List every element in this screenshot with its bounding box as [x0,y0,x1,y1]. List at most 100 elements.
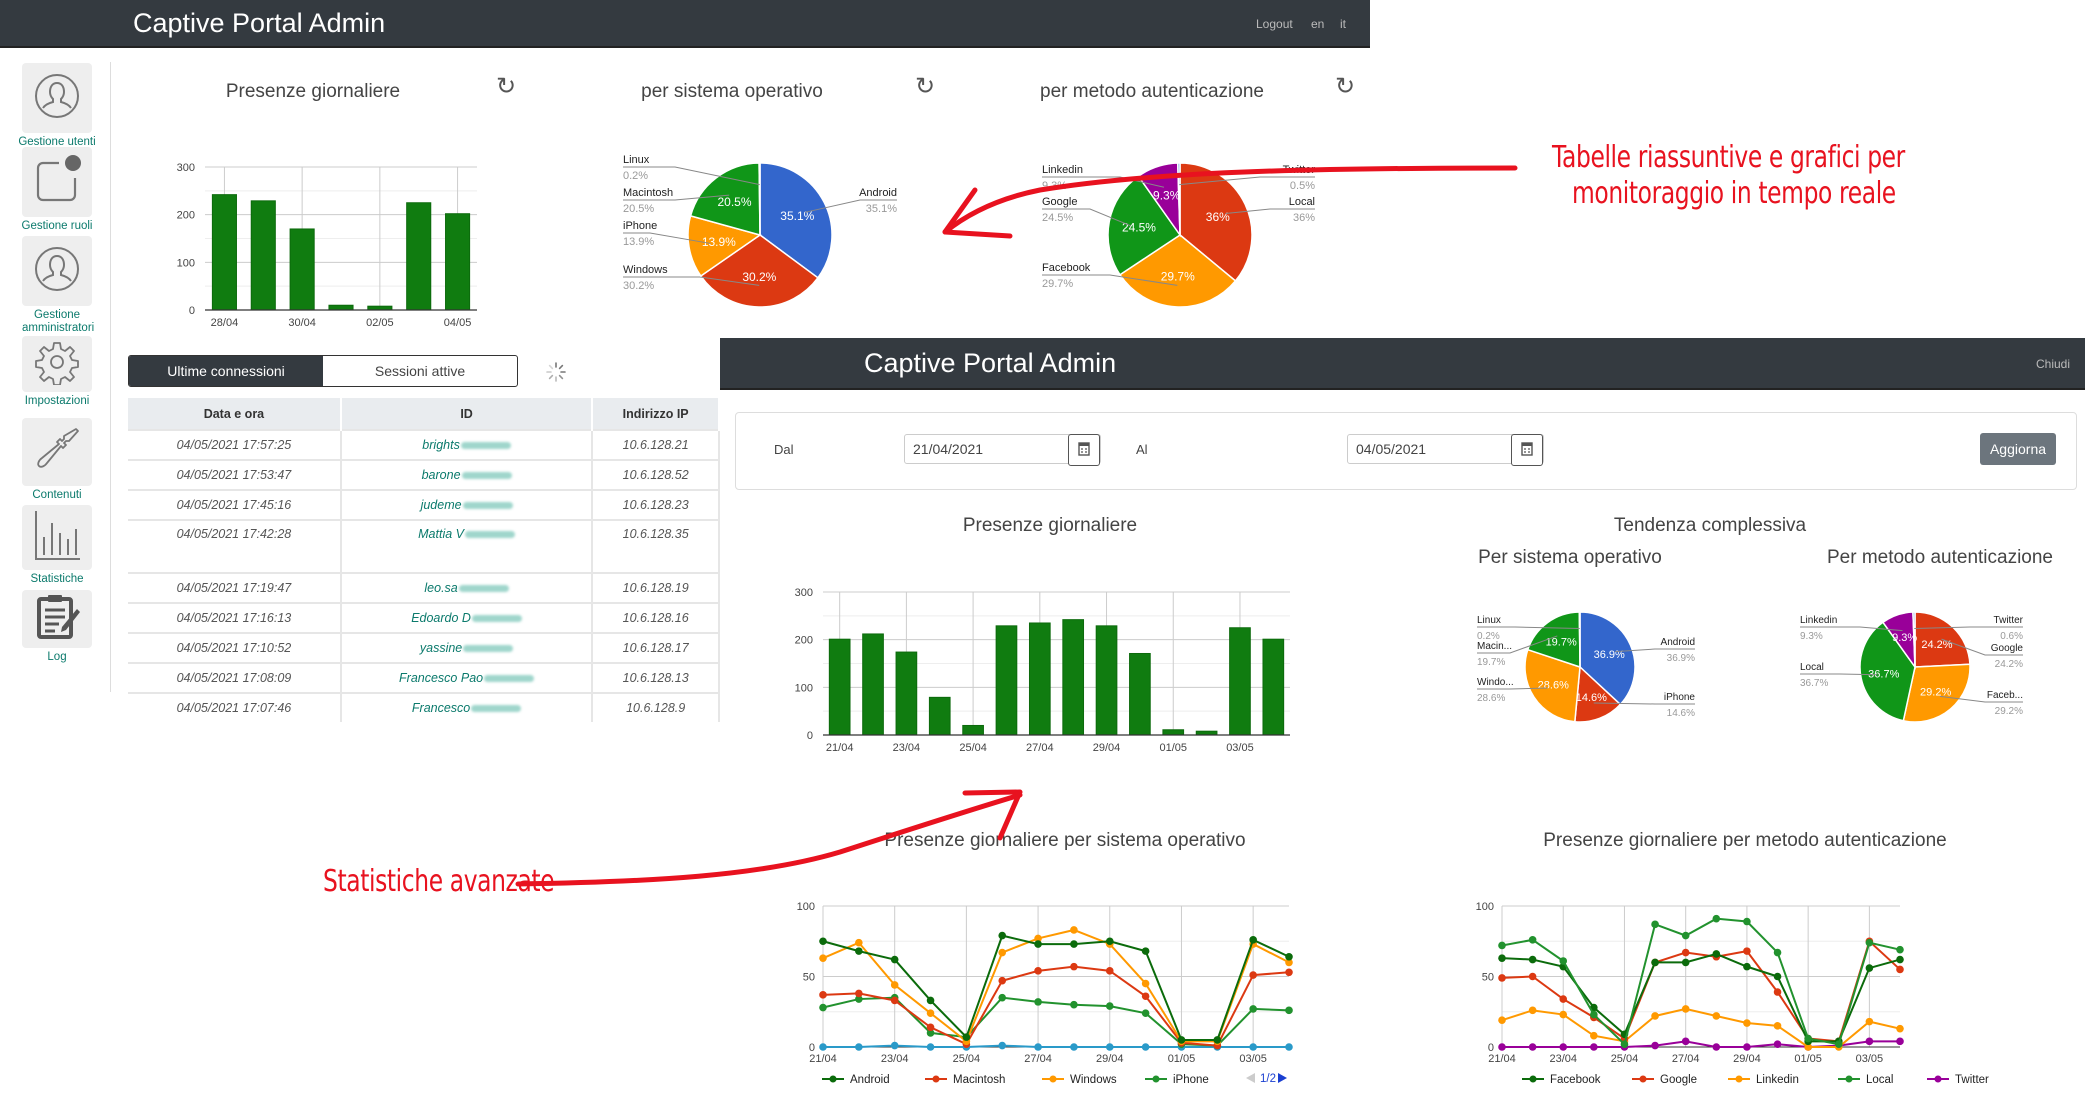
user-circle-icon [33,72,81,125]
from-date-input[interactable]: 21/04/2021 [904,434,1101,466]
legend-value: 0.5% [1290,180,1315,192]
legend-value: 24.2% [1995,659,2023,670]
close-link[interactable]: Chiudi [2036,357,2070,371]
legend-label: Linkedin [1042,164,1083,176]
bar [995,625,1018,736]
table-row[interactable]: 04/05/2021 17:53:47 barone 10.6.128.52 [128,459,720,490]
legend-value: 13.9% [623,236,654,248]
cell-id[interactable]: brights [340,429,594,460]
column-header-id[interactable]: ID [340,398,594,430]
table-row[interactable]: 04/05/2021 17:10:52 yassine 10.6.128.17 [128,632,720,663]
slice-value-label: 20.5% [717,195,751,209]
data-point [1743,917,1751,926]
cell-id[interactable]: barone [340,459,594,490]
sidebar-item-statistiche[interactable]: Statistiche [14,505,100,586]
data-point [1528,972,1537,981]
x-tick-label: 03/05 [1226,742,1254,754]
stats-line-os-title: Presenze giornaliere per sistema operati… [884,830,1246,851]
data-point [1249,1005,1257,1013]
legend-value: 24.5% [1042,212,1073,224]
tab-ultime-connessioni[interactable]: Ultime connessioni [129,356,323,386]
cell-datetime: 04/05/2021 17:16:13 [128,602,342,633]
data-point [1773,948,1782,957]
table-row[interactable]: 04/05/2021 17:57:25 brights 10.6.128.21 [128,429,720,460]
data-point [1651,1041,1659,1050]
data-point [1034,1043,1042,1051]
data-point [1865,938,1874,947]
bar [328,304,354,311]
bar [1095,625,1118,736]
x-tick-label: 30/04 [288,317,316,329]
sidebar-item-contenuti[interactable]: Contenuti [14,418,100,502]
legend-marker [1845,1075,1853,1083]
logout-link[interactable]: Logout [1256,17,1293,31]
admin-user-icon [33,245,81,298]
legend-next-icon[interactable] [1278,1073,1287,1083]
data-point [1865,1037,1874,1046]
data-point [998,931,1007,940]
refresh-icon[interactable]: ↻ [915,72,935,101]
data-point [926,996,935,1005]
legend-label: Android [1661,637,1695,648]
sidebar-item-log[interactable]: Log [14,590,100,664]
y-tick-label: 100 [1476,901,1494,913]
annotation-top-line2: monitoraggio in tempo reale [1572,176,1896,211]
cell-id[interactable]: Edoardo D [340,602,594,633]
legend-label: Faceb... [1987,690,2023,701]
lang-en-link[interactable]: en [1311,17,1324,31]
data-point [1249,936,1257,944]
data-point [819,991,827,999]
sidebar-item-gestione-utenti[interactable]: Gestione utenti [14,63,100,149]
data-point [926,1043,935,1051]
stats-os-pie-chart: 36.9%Android36.9%14.6% iPhone14.6%28.6%Wi… [1477,611,1695,723]
data-point [1712,1012,1721,1020]
table-row[interactable]: 04/05/2021 17:45:16 judeme 10.6.128.23 [128,489,720,520]
data-point [1141,1043,1150,1051]
sidebar-item-gestione-ruoli[interactable]: Gestione ruoli [14,147,100,233]
data-point [855,989,863,998]
from-calendar-button[interactable] [1068,434,1100,466]
data-point [1896,1024,1904,1033]
legend-label: Twitter [1283,164,1316,176]
sidebar-item-gestione-amministratori[interactable]: Gestione amministratori [14,236,100,335]
column-header-datetime[interactable]: Data e ora [128,398,342,430]
data-point [1285,1006,1293,1015]
table-row[interactable]: 04/05/2021 17:16:13 Edoardo D 10.6.128.1… [128,602,720,633]
sidebar-label: Gestione amministratori [22,309,95,334]
tab-sessioni-attive[interactable]: Sessioni attive [323,356,517,386]
to-calendar-button[interactable] [1511,434,1543,466]
data-point [1681,1037,1690,1046]
sidebar-item-impostazioni[interactable]: Impostazioni [14,336,100,408]
x-tick-label: 01/05 [1794,1053,1822,1065]
lang-it-link[interactable]: it [1340,17,1346,31]
column-header-ip[interactable]: Indirizzo IP [592,398,720,430]
cell-id[interactable]: Francesco [340,692,594,722]
refresh-icon[interactable]: ↻ [1335,72,1355,101]
data-point [890,1041,899,1050]
x-tick-label: 27/04 [1026,742,1054,754]
legend-prev-icon[interactable] [1246,1073,1255,1083]
data-point [1620,1040,1629,1048]
table-row[interactable]: 04/05/2021 17:19:47 leo.sa 10.6.128.19 [128,572,720,603]
cell-id[interactable]: judeme [340,489,594,520]
data-point [1804,1034,1812,1043]
to-date-input[interactable]: 04/05/2021 [1347,434,1544,466]
data-point [998,976,1007,985]
cell-id[interactable]: leo.sa [340,572,594,603]
legend-label: Google [1660,1074,1697,1086]
cell-id[interactable]: Mattia V [340,519,594,573]
update-button[interactable]: Aggiorna [1980,433,2056,465]
cell-id[interactable]: Francesco Pao [340,662,594,693]
table-row[interactable]: 04/05/2021 17:07:46 Francesco 10.6.128.9 [128,692,720,722]
cell-ip: 10.6.128.9 [592,692,720,722]
legend-value: 0.2% [1477,631,1500,642]
refresh-icon[interactable]: ↻ [496,72,516,101]
data-point [1590,1010,1598,1019]
data-point [1896,955,1904,964]
x-tick-label: 27/04 [1672,1053,1700,1065]
legend-label: Facebook [1042,262,1091,274]
table-row[interactable]: 04/05/2021 17:42:28 Mattia V 10.6.128.35 [128,519,720,573]
table-row[interactable]: 04/05/2021 17:08:09 Francesco Pao 10.6.1… [128,662,720,693]
legend-label: Linux [623,154,650,166]
cell-id[interactable]: yassine [340,632,594,663]
